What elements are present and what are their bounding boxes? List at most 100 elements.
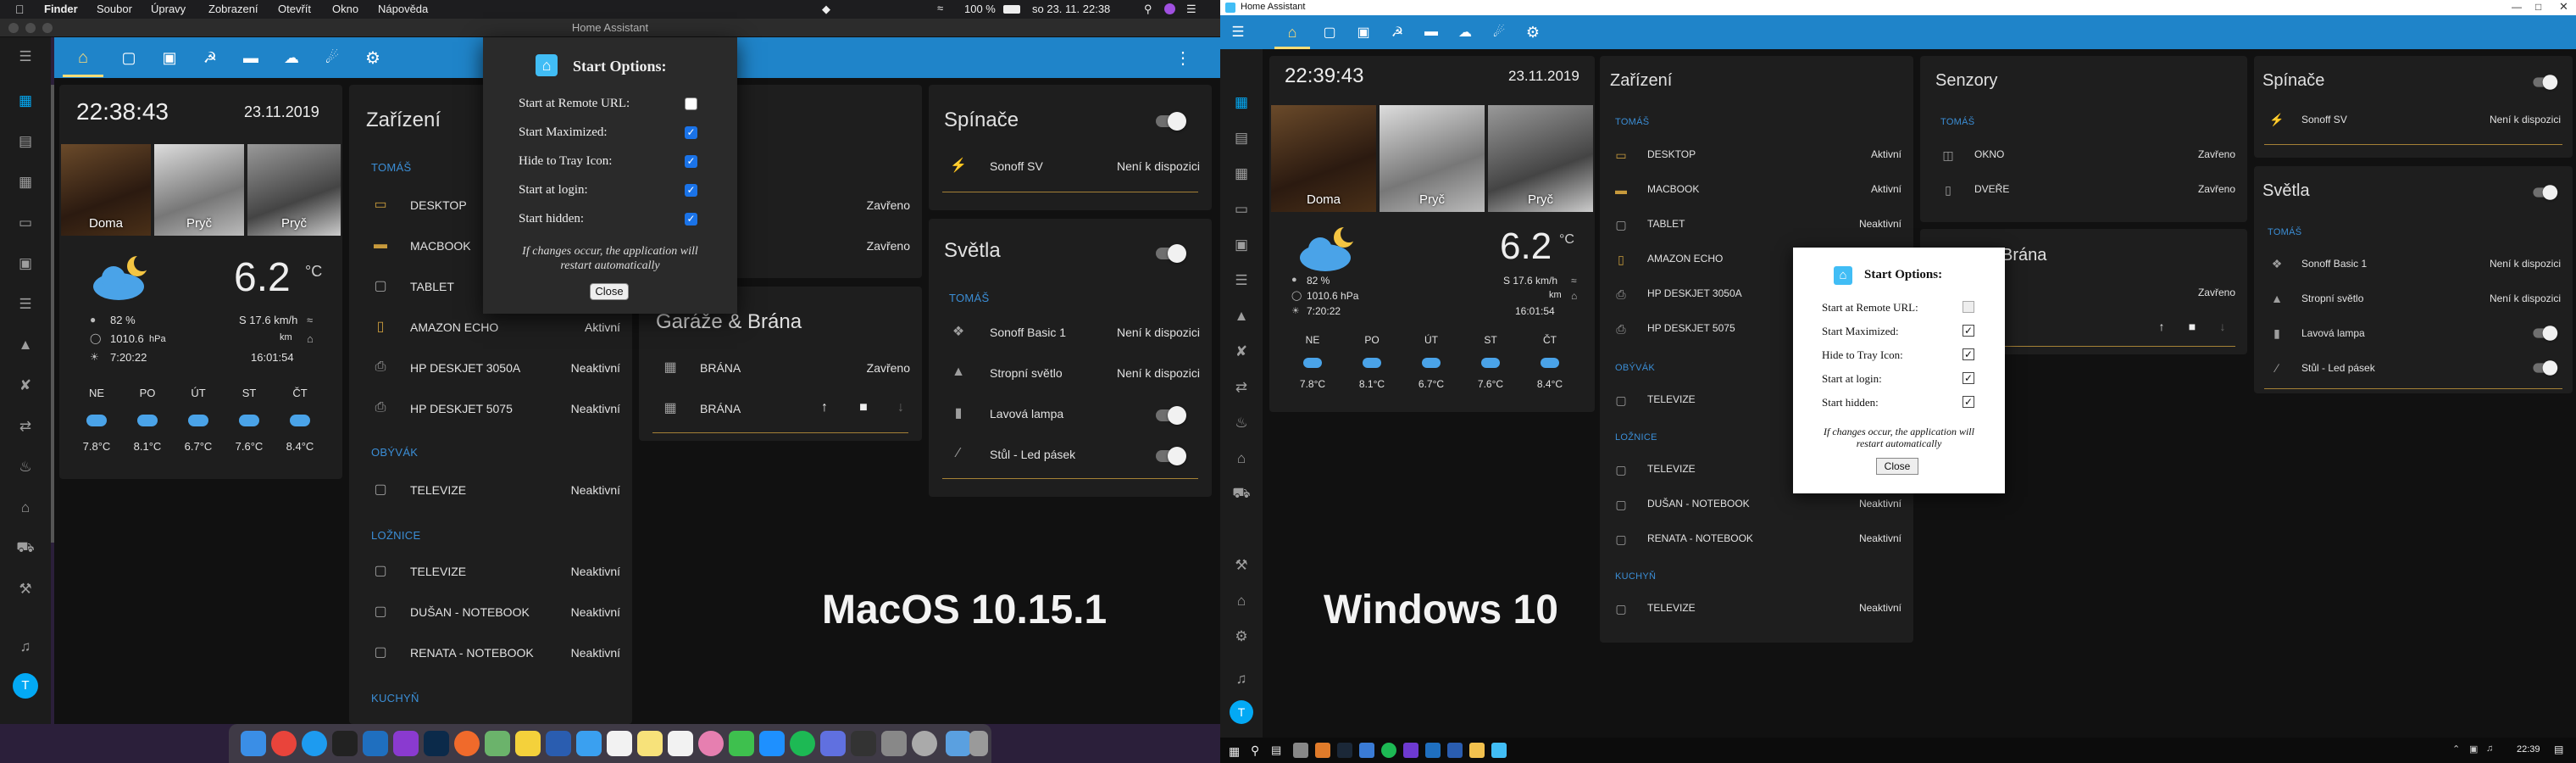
dock-vscode-icon[interactable]: [363, 731, 388, 756]
menu-zobrazeni[interactable]: Zobrazení: [208, 3, 258, 15]
option-checkbox[interactable]: ✓: [685, 126, 697, 139]
dock-cyberduck-icon[interactable]: [515, 731, 541, 756]
option-checkbox[interactable]: ✓: [685, 155, 697, 168]
option-checkbox[interactable]: [685, 97, 697, 110]
tab-settings-icon[interactable]: ⚙: [363, 47, 383, 68]
device-name[interactable]: DUŠAN - NOTEBOOK: [410, 605, 530, 619]
mailbox-icon[interactable]: ♨: [1232, 414, 1251, 432]
dock-spotify-icon[interactable]: [790, 731, 815, 756]
taskbar-app-icon[interactable]: [1381, 743, 1396, 758]
battery-icon[interactable]: [1003, 5, 1020, 14]
cover-open-button[interactable]: ↑: [2152, 317, 2171, 336]
user-avatar[interactable]: T: [13, 673, 38, 699]
gate-name[interactable]: BRÁNA: [700, 361, 741, 375]
action-center-icon[interactable]: ▤: [2554, 744, 2563, 755]
dock-mail-icon[interactable]: [576, 731, 602, 756]
gear-icon[interactable]: ⚙: [1232, 627, 1251, 646]
option-checkbox[interactable]: ✓: [1963, 396, 1974, 408]
dock-photoshop-icon[interactable]: [424, 731, 449, 756]
tab-cloud-icon[interactable]: ☁: [281, 47, 302, 68]
light-name[interactable]: Stůl - Led pásek: [2301, 362, 2375, 374]
menu-okno[interactable]: Okno: [332, 3, 358, 15]
overview-icon[interactable]: ▦: [16, 92, 35, 110]
device-name[interactable]: TELEVIZE: [1647, 463, 1696, 475]
menu-napoveda[interactable]: Nápověda: [378, 3, 428, 15]
menu-upravy[interactable]: Úpravy: [151, 3, 186, 15]
codec-icon[interactable]: ▣: [1232, 236, 1251, 254]
dock-preview-icon[interactable]: [485, 731, 510, 756]
person-card[interactable]: Pryč: [1380, 105, 1485, 212]
device-name[interactable]: HP DESKJET 5075: [410, 402, 513, 415]
home-icon[interactable]: ⌂: [1232, 449, 1251, 468]
win-tab-home-icon[interactable]: ⌂: [1283, 23, 1302, 42]
bell-icon[interactable]: ♫: [1232, 670, 1251, 688]
win-maximize-button[interactable]: □: [2535, 1, 2541, 13]
cover-open-button[interactable]: ↑: [815, 398, 834, 417]
dock-messages-icon[interactable]: [729, 731, 754, 756]
list-icon[interactable]: ☰: [16, 295, 35, 314]
taskbar-app-icon[interactable]: [1447, 743, 1463, 758]
device-name[interactable]: DESKTOP: [410, 198, 467, 212]
dock-terminal-icon[interactable]: [332, 731, 358, 756]
apple-icon[interactable]: : [15, 3, 25, 16]
cover-stop-button[interactable]: ■: [2183, 317, 2201, 336]
lights-header-toggle[interactable]: [1156, 244, 1186, 263]
win-menu-toggle-icon[interactable]: ☰: [1229, 23, 1247, 42]
cover-close-button[interactable]: ↓: [2213, 317, 2232, 336]
taskbar-clock[interactable]: 22:39: [2517, 744, 2540, 755]
device-name[interactable]: HP DESKJET 3050A: [1647, 287, 1742, 299]
light-toggle[interactable]: [1156, 447, 1186, 465]
device-name[interactable]: RENATA - NOTEBOOK: [410, 646, 534, 660]
light-name[interactable]: Stropní světlo: [2301, 292, 2363, 304]
map-icon[interactable]: ▲: [16, 336, 35, 354]
device-name[interactable]: DESKTOP: [1647, 148, 1696, 160]
shuffle-icon[interactable]: ⇄: [1232, 378, 1251, 397]
dropbox-icon[interactable]: ◆: [822, 3, 830, 16]
device-name[interactable]: MACBOOK: [410, 239, 471, 253]
device-name[interactable]: RENATA - NOTEBOOK: [1647, 532, 1753, 544]
light-toggle[interactable]: [2533, 360, 2558, 376]
lights-header-toggle[interactable]: [2533, 185, 2558, 200]
dock-photos-icon[interactable]: [698, 731, 724, 756]
window-zoom-button[interactable]: [42, 23, 53, 33]
menu-otevrit[interactable]: Otevřít: [278, 3, 311, 15]
win-tab-settings-icon[interactable]: ⚙: [1524, 23, 1542, 42]
device-name[interactable]: HP DESKJET 5075: [1647, 322, 1735, 334]
hammer-icon[interactable]: ⚒: [1232, 556, 1251, 575]
light-toggle[interactable]: [2533, 326, 2558, 341]
win-tab-bedroom-icon[interactable]: ▣: [1354, 23, 1373, 42]
light-name[interactable]: Stůl - Led pásek: [990, 448, 1075, 461]
home-icon[interactable]: ⌂: [16, 498, 35, 517]
gate-name[interactable]: BRÁNA: [700, 402, 741, 415]
option-checkbox[interactable]: ✓: [1963, 372, 1974, 384]
list-icon[interactable]: ☰: [1232, 271, 1251, 290]
win-tab-cloud-icon[interactable]: ☁: [1456, 23, 1474, 42]
device-name[interactable]: TABLET: [410, 280, 454, 293]
option-checkbox[interactable]: [1963, 301, 1974, 313]
window-close-button[interactable]: [8, 23, 19, 33]
option-checkbox[interactable]: ✓: [1963, 325, 1974, 337]
tab-bed-icon[interactable]: ▬: [241, 47, 261, 68]
device-name[interactable]: TELEVIZE: [1647, 602, 1696, 614]
cart-icon[interactable]: ⛟: [1232, 485, 1251, 504]
dock-word-icon[interactable]: [546, 731, 571, 756]
notification-center-icon[interactable]: ☰: [1186, 3, 1196, 16]
tab-tv-icon[interactable]: ▢: [119, 47, 139, 68]
switch-name[interactable]: Sonoff SV: [990, 159, 1043, 173]
taskbar-app-icon[interactable]: [1293, 743, 1308, 758]
dialog-close-button[interactable]: Close: [1876, 458, 1918, 475]
dock-safari-icon[interactable]: [302, 731, 327, 756]
logbook-icon[interactable]: ▤: [1232, 129, 1251, 148]
hammer-icon[interactable]: ⚒: [16, 580, 35, 599]
light-name[interactable]: Sonoff Basic 1: [2301, 258, 2367, 270]
logbook-icon[interactable]: ▤: [16, 132, 35, 151]
dock-brave-icon[interactable]: [454, 731, 480, 756]
cover-close-button[interactable]: ↓: [891, 398, 910, 417]
menu-finder[interactable]: Finder: [44, 3, 78, 15]
light-name[interactable]: Lavová lampa: [2301, 327, 2365, 339]
history-icon[interactable]: ▭: [16, 214, 35, 232]
overview-icon[interactable]: ▦: [1232, 93, 1251, 112]
tab-kitchen-icon[interactable]: ☭: [200, 47, 220, 68]
device-name[interactable]: MACBOOK: [1647, 183, 1699, 195]
switch-name[interactable]: Sonoff SV: [2301, 114, 2347, 125]
